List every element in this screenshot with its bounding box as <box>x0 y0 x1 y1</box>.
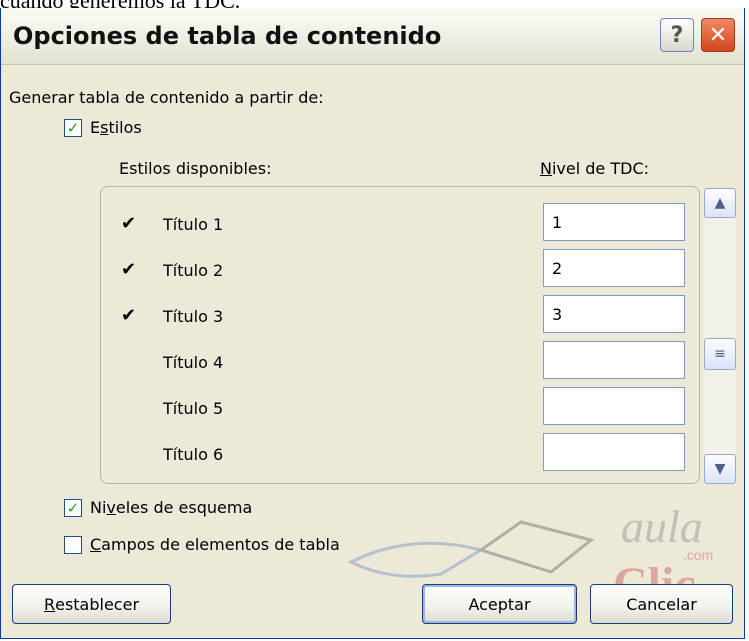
style-row: ✔ Título 3 3 <box>101 295 691 341</box>
accept-button[interactable]: Aceptar <box>422 584 577 624</box>
watermark-com: .com <box>683 547 713 563</box>
estilos-checkbox[interactable]: ✓ <box>64 119 82 137</box>
generate-from-label: Generar tabla de contenido a partir de: <box>9 88 324 107</box>
table-fields-checkbox[interactable] <box>64 536 82 554</box>
style-level-input[interactable] <box>543 433 685 471</box>
scroll-down-button[interactable]: ▼ <box>704 454 736 484</box>
style-row: ✔ Título 1 1 <box>101 203 691 249</box>
style-name: Título 5 <box>163 399 224 418</box>
style-name: Título 4 <box>163 353 224 372</box>
close-icon: ✕ <box>708 22 728 48</box>
reset-button[interactable]: Restablecer <box>12 584 171 624</box>
scroll-thumb[interactable]: ≡ <box>704 338 736 370</box>
style-level-input[interactable]: 1 <box>543 203 685 241</box>
styles-list: ✔ Título 1 1 ✔ Título 2 2 ✔ Título 3 3 T… <box>100 186 700 484</box>
style-row: Título 5 <box>101 387 691 433</box>
title-bar[interactable]: Opciones de tabla de contenido ? ✕ <box>1 8 744 65</box>
check-icon: ✔ <box>121 213 137 234</box>
style-level-input[interactable] <box>543 387 685 425</box>
style-name: Título 1 <box>163 215 224 234</box>
close-button[interactable]: ✕ <box>701 18 735 52</box>
style-row: Título 6 <box>101 433 691 479</box>
styles-scrollbar[interactable]: ▲ ≡ ▼ <box>704 188 736 484</box>
style-row: Título 4 <box>101 341 691 387</box>
available-styles-header: Estilos disponibles: <box>119 159 272 178</box>
watermark-aula: aula <box>621 501 703 552</box>
scroll-up-button[interactable]: ▲ <box>704 188 736 218</box>
table-fields-label[interactable]: Campos de elementos de tabla <box>90 535 340 554</box>
chevron-up-icon: ▲ <box>714 195 726 211</box>
outline-levels-label[interactable]: Niveles de esquema <box>90 498 252 517</box>
dialog-title: Opciones de tabla de contenido <box>13 22 442 50</box>
check-icon: ✔ <box>121 259 137 280</box>
style-name: Título 6 <box>163 445 224 464</box>
help-icon: ? <box>670 22 684 48</box>
toc-level-header: Nivel de TDC: <box>540 159 649 178</box>
style-name: Título 2 <box>163 261 224 280</box>
style-level-input[interactable] <box>543 341 685 379</box>
grip-icon: ≡ <box>714 346 726 362</box>
cancel-button[interactable]: Cancelar <box>590 584 733 624</box>
style-name: Título 3 <box>163 307 224 326</box>
style-level-input[interactable]: 3 <box>543 295 685 333</box>
check-icon: ✔ <box>121 305 137 326</box>
chevron-down-icon: ▼ <box>714 461 726 477</box>
background-document-text: cuando generemos la TDC. <box>0 0 749 8</box>
help-button[interactable]: ? <box>660 18 694 52</box>
outline-levels-checkbox[interactable]: ✓ <box>64 499 82 517</box>
style-row: ✔ Título 2 2 <box>101 249 691 295</box>
checkmark-icon: ✓ <box>66 118 80 137</box>
style-level-input[interactable]: 2 <box>543 249 685 287</box>
toc-options-dialog: Opciones de tabla de contenido ? ✕ Gener… <box>0 8 745 639</box>
estilos-label[interactable]: Estilos <box>90 118 142 137</box>
checkmark-icon: ✓ <box>66 498 80 517</box>
